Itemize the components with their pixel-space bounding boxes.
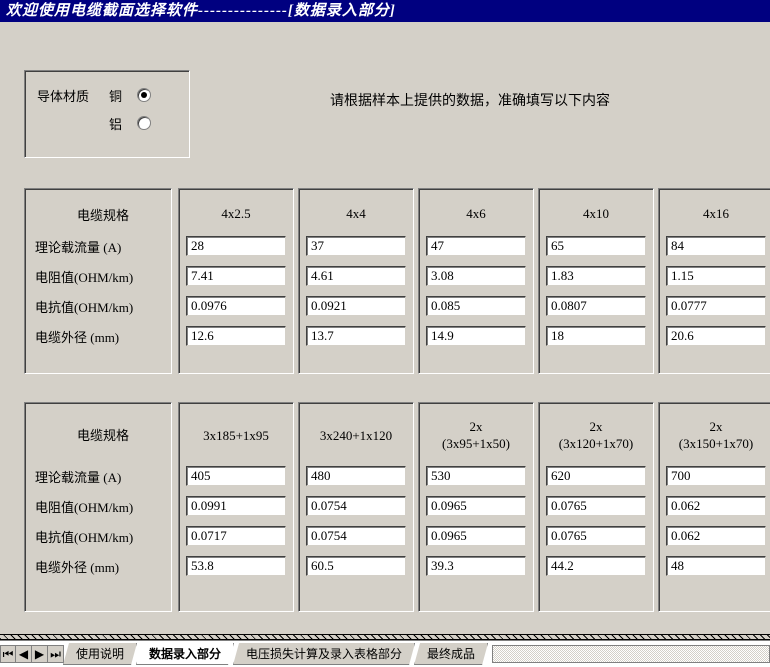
spec-header: 4x10 <box>583 206 609 222</box>
grid1-col-3: 4x10 <box>538 188 654 374</box>
resistance-input[interactable] <box>186 266 286 286</box>
label-spec: 电缆规格 <box>67 205 129 224</box>
reactance-input[interactable] <box>186 526 286 546</box>
resistance-input[interactable] <box>666 266 766 286</box>
sheet-tab-0[interactable]: 使用说明 <box>63 643 137 665</box>
horizontal-scrollbar[interactable] <box>492 645 770 663</box>
nav-last[interactable]: ⏭ <box>48 645 64 663</box>
grid1-labels-panel: 电缆规格 理论载流量 (A) 电阻值(OHM/km) 电抗值(OHM/km) 电… <box>24 188 172 374</box>
diameter-input[interactable] <box>546 326 646 346</box>
reactance-input[interactable] <box>426 296 526 316</box>
diameter-input[interactable] <box>186 556 286 576</box>
capacity-input[interactable] <box>426 466 526 486</box>
grid1-col-1: 4x4 <box>298 188 414 374</box>
reactance-input[interactable] <box>666 526 766 546</box>
capacity-input[interactable] <box>546 466 646 486</box>
spec-header: 3x240+1x120 <box>305 411 407 461</box>
title-bar: 欢迎使用电缆截面选择软件---------------[数据录入部分] <box>0 0 770 22</box>
grid2-col-4: 2x(3x150+1x70) <box>658 402 770 612</box>
diameter-input[interactable] <box>426 326 526 346</box>
instruction-text: 请根据样本上提供的数据，准确填写以下内容 <box>330 90 610 110</box>
resistance-input[interactable] <box>306 266 406 286</box>
diameter-input[interactable] <box>546 556 646 576</box>
spec-header: 4x2.5 <box>221 206 250 222</box>
capacity-input[interactable] <box>546 236 646 256</box>
diameter-input[interactable] <box>666 326 766 346</box>
resistance-input[interactable] <box>666 496 766 516</box>
reactance-input[interactable] <box>546 526 646 546</box>
capacity-input[interactable] <box>426 236 526 256</box>
diameter-input[interactable] <box>186 326 286 346</box>
nav-prev[interactable]: ◀ <box>16 645 32 663</box>
reactance-input[interactable] <box>666 296 766 316</box>
spec-header: 4x16 <box>703 206 729 222</box>
label-diameter: 电缆外径 (mm) <box>25 327 119 346</box>
reactance-input[interactable] <box>306 296 406 316</box>
diameter-input[interactable] <box>426 556 526 576</box>
reactance-input[interactable] <box>426 526 526 546</box>
capacity-input[interactable] <box>186 236 286 256</box>
capacity-input[interactable] <box>306 236 406 256</box>
reactance-input[interactable] <box>546 296 646 316</box>
reactance-input[interactable] <box>306 526 406 546</box>
spec-header: 4x6 <box>466 206 486 222</box>
label-reactance-2: 电抗值(OHM/km) <box>25 527 133 546</box>
grid2-labels-panel: 电缆规格 理论载流量 (A) 电阻值(OHM/km) 电抗值(OHM/km) 电… <box>24 402 172 612</box>
nav-first[interactable]: ⏮ <box>0 645 16 663</box>
radio-aluminum[interactable] <box>137 116 151 130</box>
resistance-input[interactable] <box>306 496 406 516</box>
resistance-input[interactable] <box>186 496 286 516</box>
resistance-input[interactable] <box>426 496 526 516</box>
sheet-tab-2[interactable]: 电压损失计算及录入表格部分 <box>233 643 415 665</box>
radio-aluminum-label: 铝 <box>109 114 137 133</box>
spec-header: 2x(3x150+1x70) <box>665 411 767 461</box>
resistance-input[interactable] <box>426 266 526 286</box>
grid1-col-4: 4x16 <box>658 188 770 374</box>
grid2-col-2: 2x(3x95+1x50) <box>418 402 534 612</box>
sheet-tab-1[interactable]: 数据录入部分 <box>136 643 234 665</box>
material-label: 导体材质 <box>37 86 109 105</box>
capacity-input[interactable] <box>666 236 766 256</box>
diameter-input[interactable] <box>666 556 766 576</box>
grid2-col-0: 3x185+1x95 <box>178 402 294 612</box>
capacity-input[interactable] <box>306 466 406 486</box>
grid1-col-0: 4x2.5 <box>178 188 294 374</box>
grid2-col-3: 2x(3x120+1x70) <box>538 402 654 612</box>
grid1-col-2: 4x6 <box>418 188 534 374</box>
diameter-input[interactable] <box>306 326 406 346</box>
label-diameter-2: 电缆外径 (mm) <box>25 557 119 576</box>
spec-header: 2x(3x120+1x70) <box>545 411 647 461</box>
spec-header: 3x185+1x95 <box>185 411 287 461</box>
diameter-input[interactable] <box>306 556 406 576</box>
capacity-input[interactable] <box>666 466 766 486</box>
radio-copper-label: 铜 <box>109 86 137 105</box>
label-resistance-2: 电阻值(OHM/km) <box>25 497 133 516</box>
spec-header: 4x4 <box>346 206 366 222</box>
reactance-input[interactable] <box>186 296 286 316</box>
grid2-col-1: 3x240+1x120 <box>298 402 414 612</box>
sheet-tab-bar: ⏮ ◀ ▶ ⏭ 使用说明数据录入部分电压损失计算及录入表格部分最终成品 <box>0 640 770 667</box>
workspace: 导体材质 铜 铝 请根据样本上提供的数据，准确填写以下内容 电缆规格 理论载流量… <box>0 22 770 640</box>
resistance-input[interactable] <box>546 496 646 516</box>
radio-copper[interactable] <box>137 88 151 102</box>
resistance-input[interactable] <box>546 266 646 286</box>
material-panel: 导体材质 铜 铝 <box>24 70 190 158</box>
spec-header: 2x(3x95+1x50) <box>425 411 527 461</box>
label-capacity: 理论载流量 (A) <box>25 237 121 256</box>
label-reactance: 电抗值(OHM/km) <box>25 297 133 316</box>
label-spec-2: 电缆规格 <box>67 428 129 445</box>
nav-next[interactable]: ▶ <box>32 645 48 663</box>
capacity-input[interactable] <box>186 466 286 486</box>
label-capacity-2: 理论载流量 (A) <box>25 467 121 486</box>
label-resistance: 电阻值(OHM/km) <box>25 267 133 286</box>
sheet-tab-3[interactable]: 最终成品 <box>414 643 488 665</box>
